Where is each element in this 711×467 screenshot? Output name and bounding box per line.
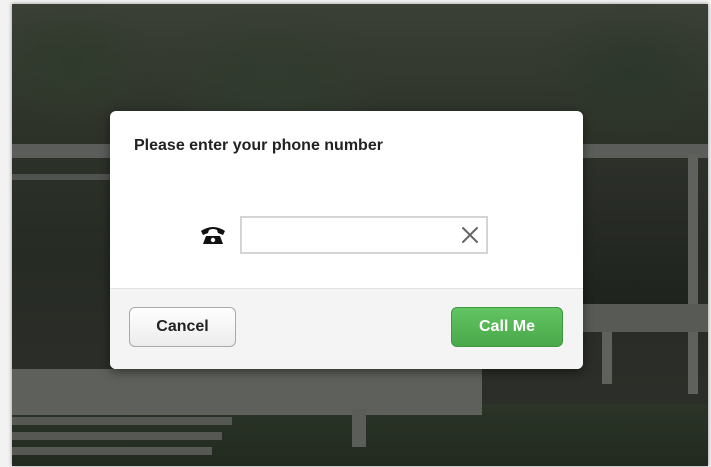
- background-glass-wall: [582, 164, 692, 304]
- phone-dialog: Please enter your phone number Cancel Ca…: [110, 111, 583, 369]
- screen: Please enter your phone number Cancel Ca…: [0, 0, 711, 467]
- background-terrace: [12, 369, 482, 415]
- background-step: [12, 417, 232, 425]
- call-me-button[interactable]: Call Me: [451, 307, 563, 347]
- background-column: [688, 154, 698, 394]
- background-step: [12, 447, 212, 455]
- clear-icon[interactable]: [460, 225, 480, 245]
- dialog-footer: Cancel Call Me: [110, 288, 583, 369]
- dialog-title: Please enter your phone number: [134, 137, 383, 154]
- phone-input-row: [198, 215, 488, 255]
- cancel-button[interactable]: Cancel: [129, 307, 236, 347]
- phone-input[interactable]: [242, 218, 452, 252]
- background-step: [12, 432, 222, 440]
- phone-icon: [198, 223, 228, 247]
- background-post: [352, 409, 366, 447]
- phone-field: [240, 216, 488, 254]
